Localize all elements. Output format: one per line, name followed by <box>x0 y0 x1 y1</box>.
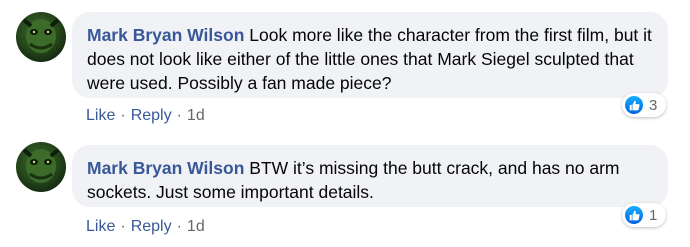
separator: · <box>176 107 182 124</box>
like-link[interactable]: Like <box>86 218 115 235</box>
comment-timestamp[interactable]: 1d <box>187 218 205 235</box>
avatar-image <box>22 148 60 183</box>
avatar-image <box>22 18 60 53</box>
reply-link[interactable]: Reply <box>131 218 172 235</box>
like-thumbs-up-icon <box>624 205 644 225</box>
reply-link[interactable]: Reply <box>131 107 172 124</box>
comment-bubble: Mark Bryan Wilson BTW it’s missing the b… <box>72 145 668 207</box>
comment-author[interactable]: Mark Bryan Wilson <box>87 25 244 45</box>
like-link[interactable]: Like <box>86 107 115 124</box>
avatar[interactable] <box>16 142 66 192</box>
comment: Mark Bryan Wilson Look more like the cha… <box>0 0 690 130</box>
comment-actions: Like · Reply · 1d <box>86 218 205 236</box>
separator: · <box>120 218 126 235</box>
reaction-summary[interactable]: 1 <box>622 203 666 227</box>
reaction-count: 1 <box>649 206 658 224</box>
avatar[interactable] <box>16 12 66 62</box>
separator: · <box>120 107 126 124</box>
separator: · <box>176 218 182 235</box>
reaction-count: 3 <box>649 96 658 114</box>
comment: Mark Bryan Wilson BTW it’s missing the b… <box>0 130 690 247</box>
like-thumbs-up-icon <box>624 95 644 115</box>
reaction-summary[interactable]: 3 <box>622 93 666 117</box>
comment-bubble: Mark Bryan Wilson Look more like the cha… <box>72 12 668 98</box>
comment-author[interactable]: Mark Bryan Wilson <box>87 158 244 178</box>
comment-timestamp[interactable]: 1d <box>187 107 205 124</box>
comment-actions: Like · Reply · 1d <box>86 107 205 125</box>
